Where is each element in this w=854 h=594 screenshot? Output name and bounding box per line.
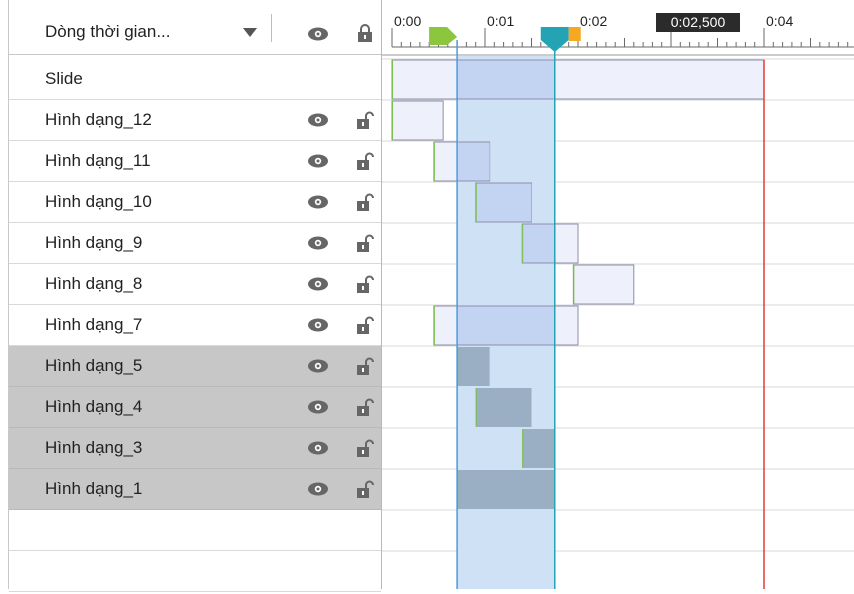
lock-icon[interactable] bbox=[355, 23, 375, 43]
playhead-time-badge: 0:02,500 bbox=[656, 13, 740, 32]
unlock-icon[interactable] bbox=[355, 356, 375, 376]
timeline-bar-selected bbox=[457, 347, 490, 386]
triangle-down-icon[interactable] bbox=[241, 26, 259, 38]
unlock-icon[interactable] bbox=[355, 479, 375, 499]
timeline-bar-overlap bbox=[457, 142, 490, 181]
timeline-bar bbox=[572, 264, 635, 305]
layer-row[interactable]: Hình dạng_5 bbox=[9, 346, 381, 387]
eye-icon[interactable] bbox=[307, 235, 329, 251]
eye-icon[interactable] bbox=[307, 317, 329, 333]
ruler-label: 0:01 bbox=[487, 13, 515, 29]
layer-name: Hình dạng_3 bbox=[45, 438, 143, 457]
unlock-icon[interactable] bbox=[355, 274, 375, 294]
eye-icon[interactable] bbox=[307, 399, 329, 415]
timeline-bar bbox=[391, 100, 444, 141]
timeline-bar-selected bbox=[522, 429, 555, 468]
eye-icon[interactable] bbox=[307, 26, 329, 42]
timeline-title[interactable]: Dòng thời gian... bbox=[45, 22, 171, 42]
timeline-svg[interactable] bbox=[382, 0, 854, 593]
layer-row[interactable]: Hình dạng_4 bbox=[9, 387, 381, 428]
layer-name: Hình dạng_10 bbox=[45, 192, 152, 211]
header-divider bbox=[271, 14, 272, 42]
eye-icon[interactable] bbox=[307, 153, 329, 169]
layer-row[interactable]: Hình dạng_7 bbox=[9, 305, 381, 346]
layer-row[interactable]: Hình dạng_3 bbox=[9, 428, 381, 469]
layer-row[interactable]: Hình dạng_11 bbox=[9, 141, 381, 182]
timeline-bar-overlap bbox=[475, 183, 532, 222]
layer-name: Hình dạng_7 bbox=[45, 315, 143, 334]
layer-name: Hình dạng_12 bbox=[45, 110, 152, 129]
unlock-icon[interactable] bbox=[355, 110, 375, 130]
layer-name: Hình dạng_4 bbox=[45, 397, 143, 416]
timeline-bar bbox=[391, 59, 765, 100]
eye-icon[interactable] bbox=[307, 112, 329, 128]
layer-name: Hình dạng_8 bbox=[45, 274, 143, 293]
layer-name: Hình dạng_1 bbox=[45, 479, 143, 498]
timeline-bar-overlap bbox=[457, 60, 555, 99]
unlock-icon[interactable] bbox=[355, 151, 375, 171]
ruler-label: 0:04 bbox=[766, 13, 794, 29]
layer-row[interactable]: Hình dạng_10 bbox=[9, 182, 381, 223]
empty-row bbox=[9, 551, 381, 592]
start-marker-flag bbox=[429, 27, 458, 45]
orange-marker bbox=[568, 27, 581, 41]
unlock-icon[interactable] bbox=[355, 438, 375, 458]
layer-list-header: Dòng thời gian... bbox=[9, 0, 381, 55]
layer-list: Dòng thời gian... Slide Hình dạng_12 Hình … bbox=[0, 0, 381, 592]
layer-row[interactable]: Slide bbox=[9, 59, 381, 100]
unlock-icon[interactable] bbox=[355, 315, 375, 335]
layer-name: Hình dạng_5 bbox=[45, 356, 143, 375]
timeline-bar-selected bbox=[475, 388, 532, 427]
timeline-track-area[interactable]: 0:000:010:020:040: 0:02,500 bbox=[382, 0, 854, 593]
timeline-bar-overlap bbox=[522, 224, 555, 263]
layer-row[interactable]: Hình dạng_9 bbox=[9, 223, 381, 264]
unlock-icon[interactable] bbox=[355, 397, 375, 417]
ruler-label: 0:00 bbox=[394, 13, 422, 29]
timeline-panel: Dòng thời gian... Slide Hình dạng_12 Hình … bbox=[0, 0, 854, 593]
eye-icon[interactable] bbox=[307, 481, 329, 497]
eye-icon[interactable] bbox=[307, 276, 329, 292]
layer-row[interactable]: Hình dạng_12 bbox=[9, 100, 381, 141]
timeline-bar-selected bbox=[457, 470, 555, 509]
ruler-label: 0:02 bbox=[580, 13, 608, 29]
eye-icon[interactable] bbox=[307, 440, 329, 456]
empty-row bbox=[9, 510, 381, 551]
unlock-icon[interactable] bbox=[355, 233, 375, 253]
layer-name: Hình dạng_9 bbox=[45, 233, 143, 252]
timeline-bar-overlap bbox=[457, 306, 555, 345]
layer-row[interactable]: Hình dạng_1 bbox=[9, 469, 381, 510]
layer-name: Hình dạng_11 bbox=[45, 151, 151, 170]
unlock-icon[interactable] bbox=[355, 192, 375, 212]
eye-icon[interactable] bbox=[307, 358, 329, 374]
playhead-handle bbox=[540, 27, 569, 52]
eye-icon[interactable] bbox=[307, 194, 329, 210]
layer-row[interactable]: Hình dạng_8 bbox=[9, 264, 381, 305]
layer-name: Slide bbox=[45, 69, 83, 88]
